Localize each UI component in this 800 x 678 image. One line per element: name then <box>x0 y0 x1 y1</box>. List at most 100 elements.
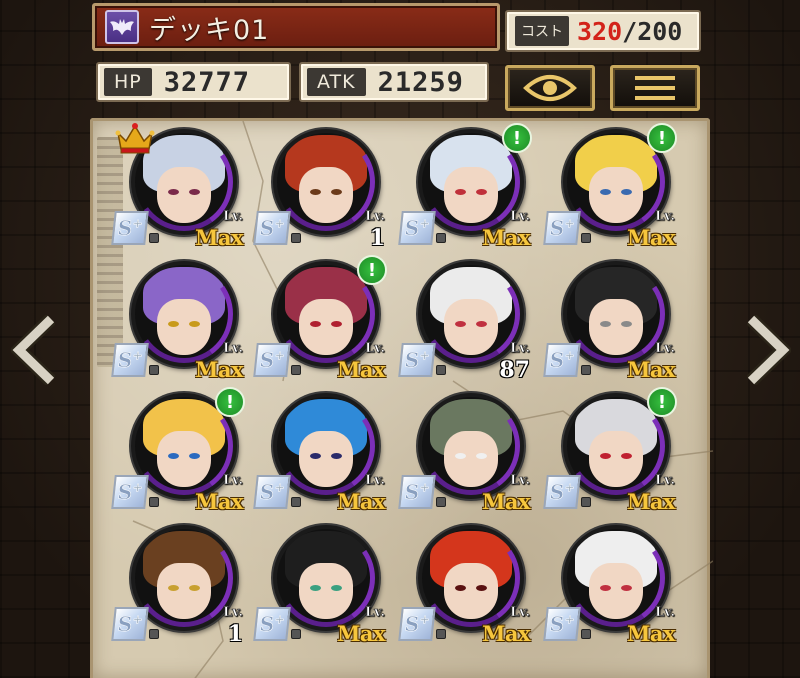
rank-plus: + <box>563 216 576 231</box>
rank-letter: S <box>116 612 134 637</box>
level-value: Max <box>627 357 675 382</box>
level-label: Lv. <box>655 341 676 357</box>
rank-s-plus-badge: S+ <box>398 475 436 509</box>
level-value: Max <box>627 621 675 646</box>
menu-button[interactable] <box>610 65 700 111</box>
rank-plus: + <box>131 612 144 627</box>
rank-s-plus-badge: S+ <box>398 607 436 641</box>
rank-text: S+ <box>548 348 576 373</box>
rank-plus: + <box>418 480 431 495</box>
rank-plus: + <box>418 348 431 363</box>
exclamation-icon: ! <box>502 123 532 153</box>
eye-icon <box>523 75 577 101</box>
bat-icon <box>105 10 139 44</box>
lock-icon <box>291 497 301 507</box>
level-value: Max <box>482 489 530 514</box>
rank-plus: + <box>563 480 576 495</box>
hp-label: HP <box>104 68 152 96</box>
prev-deck-arrow[interactable] <box>6 312 60 388</box>
rank-letter: S <box>258 612 276 637</box>
rank-letter: S <box>258 216 276 241</box>
rank-s-plus-badge: S+ <box>543 343 581 377</box>
lock-icon <box>291 365 301 375</box>
rank-text: S+ <box>116 612 144 637</box>
character-card[interactable]: S+ Lv. Max ! <box>111 387 245 517</box>
rank-letter: S <box>548 612 566 637</box>
deck-board: S+ Lv. Max S+ Lv. 1 S+ Lv. Max ! S+ Lv. … <box>90 118 713 678</box>
character-card[interactable]: S+ Lv. 1 <box>111 521 245 649</box>
crown-icon <box>115 123 155 154</box>
level-label: Lv. <box>365 341 386 357</box>
rank-s-plus-badge: S+ <box>253 211 291 245</box>
character-card[interactable]: S+ Lv. Max ! <box>543 123 677 253</box>
rank-text: S+ <box>116 348 144 373</box>
character-card[interactable]: S+ Lv. 1 <box>253 125 387 253</box>
rank-text: S+ <box>403 480 431 505</box>
chevron-left-icon <box>11 315 55 385</box>
level-label: Lv. <box>223 209 244 225</box>
level-value: Max <box>482 621 530 646</box>
lock-icon <box>436 629 446 639</box>
rank-text: S+ <box>548 480 576 505</box>
rank-plus: + <box>273 216 286 231</box>
cost-max: /200 <box>622 16 683 46</box>
chevron-right-icon <box>747 315 791 385</box>
rank-text: S+ <box>548 612 576 637</box>
rank-letter: S <box>258 480 276 505</box>
rank-s-plus-badge: S+ <box>253 343 291 377</box>
level-value: Max <box>627 225 675 250</box>
character-card[interactable]: S+ Lv. Max <box>543 257 677 385</box>
level-value: 87 <box>499 357 530 383</box>
rank-plus: + <box>273 348 286 363</box>
level-label: Lv. <box>223 341 244 357</box>
character-card[interactable]: S+ Lv. Max <box>111 123 245 253</box>
lock-icon <box>581 233 591 243</box>
lock-icon <box>581 365 591 375</box>
character-card[interactable]: S+ Lv. Max ! <box>253 255 387 385</box>
character-card[interactable]: S+ Lv. Max <box>253 389 387 517</box>
rank-s-plus-badge: S+ <box>111 211 149 245</box>
level-label: Lv. <box>510 473 531 489</box>
level-label: Lv. <box>655 209 676 225</box>
character-card[interactable]: S+ Lv. Max ! <box>543 387 677 517</box>
rank-text: S+ <box>116 480 144 505</box>
deck-name: デッキ01 <box>149 14 270 46</box>
lock-icon <box>581 497 591 507</box>
character-card[interactable]: S+ Lv. Max <box>253 521 387 649</box>
view-button[interactable] <box>505 65 595 111</box>
lock-icon <box>149 629 159 639</box>
character-card[interactable]: S+ Lv. Max <box>111 257 245 385</box>
character-card[interactable]: S+ Lv. Max ! <box>398 123 532 253</box>
rank-plus: + <box>273 480 286 495</box>
lock-icon <box>149 365 159 375</box>
lock-icon <box>436 233 446 243</box>
character-card[interactable]: S+ Lv. Max <box>398 389 532 517</box>
rank-plus: + <box>418 612 431 627</box>
character-card[interactable]: S+ Lv. 87 <box>398 257 532 385</box>
rank-text: S+ <box>403 348 431 373</box>
rank-letter: S <box>116 216 134 241</box>
level-value: Max <box>627 489 675 514</box>
rank-s-plus-badge: S+ <box>111 607 149 641</box>
rank-plus: + <box>418 216 431 231</box>
exclamation-icon: ! <box>647 387 677 417</box>
character-card[interactable]: S+ Lv. Max <box>398 521 532 649</box>
rank-plus: + <box>131 216 144 231</box>
rank-letter: S <box>116 480 134 505</box>
level-label: Lv. <box>510 605 531 621</box>
lock-icon <box>581 629 591 639</box>
rank-text: S+ <box>258 348 286 373</box>
lock-icon <box>291 629 301 639</box>
rank-s-plus-badge: S+ <box>253 475 291 509</box>
next-deck-arrow[interactable] <box>742 312 796 388</box>
exclamation-icon: ! <box>647 123 677 153</box>
deck-selector[interactable]: デッキ01 <box>92 3 500 51</box>
level-label: Lv. <box>223 605 244 621</box>
cost-label: コスト <box>515 16 569 46</box>
level-label: Lv. <box>365 473 386 489</box>
atk-label: ATK <box>307 68 366 96</box>
rank-plus: + <box>131 348 144 363</box>
character-card[interactable]: S+ Lv. Max <box>543 521 677 649</box>
rank-text: S+ <box>548 216 576 241</box>
rank-s-plus-badge: S+ <box>253 607 291 641</box>
